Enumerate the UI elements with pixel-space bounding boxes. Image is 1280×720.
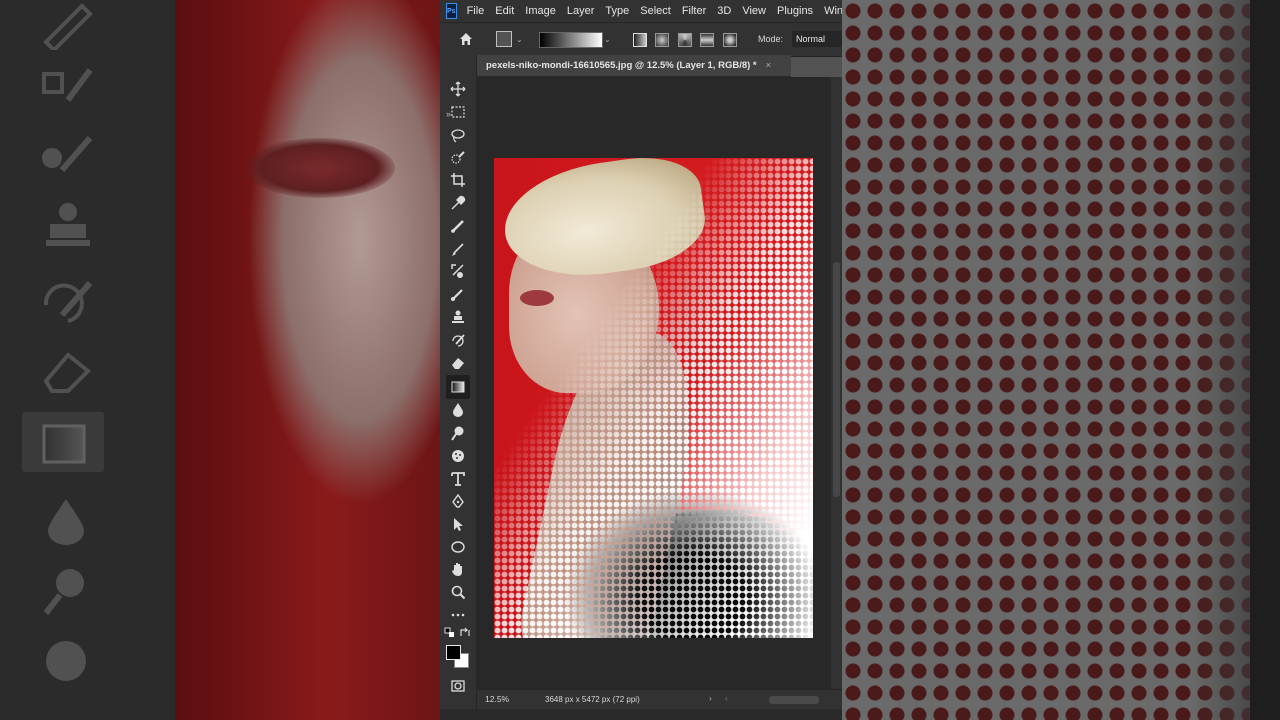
ps-logo-icon: Ps — [446, 3, 457, 19]
gradient-preview[interactable] — [539, 32, 603, 48]
crop-tool-icon[interactable] — [449, 171, 467, 189]
menu-file[interactable]: File — [467, 5, 485, 17]
document-tab[interactable]: pexels-niko-mondi-16610565.jpg @ 12.5% (… — [477, 55, 791, 77]
clone-stamp-tool-icon[interactable] — [449, 262, 467, 280]
path-selection-tool-icon[interactable] — [449, 515, 467, 533]
horizontal-scroll-thumb[interactable] — [769, 696, 819, 704]
tool-preset-picker[interactable] — [496, 31, 512, 47]
chevron-down-icon[interactable]: ⌄ — [604, 35, 611, 44]
marquee-tool-icon[interactable] — [449, 103, 467, 121]
home-icon[interactable] — [458, 31, 474, 47]
foreground-color-swatch[interactable] — [446, 645, 461, 660]
background-left-blur — [0, 0, 440, 720]
history-brush-tool-icon[interactable] — [449, 285, 467, 303]
close-icon[interactable]: × — [766, 60, 772, 71]
reflected-gradient-button[interactable] — [700, 33, 714, 47]
document-image[interactable] — [494, 158, 813, 638]
menu-layer[interactable]: Layer — [567, 5, 595, 17]
more-tools-icon[interactable] — [449, 606, 467, 624]
eyedropper-tool-icon[interactable] — [449, 194, 467, 212]
eraser-tool-icon[interactable] — [449, 354, 467, 372]
healing-brush-tool-icon[interactable] — [449, 217, 467, 235]
menu-window[interactable]: Window — [824, 5, 842, 17]
tools-panel: » — [440, 55, 477, 720]
default-colors-icon[interactable] — [444, 627, 456, 639]
options-bar: ⌄ ⌄ Mode: Normal — [440, 22, 842, 57]
hand-tool-icon[interactable] — [449, 560, 467, 578]
blurred-blur-icon — [48, 499, 84, 545]
vertical-scrollbar[interactable] — [831, 77, 842, 689]
blurred-lips — [245, 138, 395, 198]
blurred-face — [200, 0, 440, 720]
zoom-level[interactable]: 12.5% — [485, 694, 509, 704]
radial-gradient-button[interactable] — [655, 33, 669, 47]
pen-tool-icon[interactable] — [449, 492, 467, 510]
menu-filter[interactable]: Filter — [682, 5, 706, 17]
brush-tool-icon[interactable] — [449, 240, 467, 258]
art-history-brush-icon[interactable] — [449, 331, 467, 349]
blurred-eraser-icon — [43, 352, 91, 393]
diamond-gradient-button[interactable] — [723, 33, 737, 47]
document-tab-title: pexels-niko-mondi-16610565.jpg @ 12.5% (… — [486, 60, 757, 71]
chevron-down-icon[interactable]: ⌄ — [516, 35, 523, 44]
menu-select[interactable]: Select — [640, 5, 671, 17]
lasso-tool-icon[interactable] — [449, 126, 467, 144]
status-bar: 12.5% 3648 px x 5472 px (72 ppi) › ‹ › — [477, 689, 842, 710]
blurred-sponge-icon — [46, 641, 86, 681]
quick-selection-tool-icon[interactable] — [449, 149, 467, 167]
swap-colors-icon[interactable] — [459, 627, 471, 639]
move-tool-icon[interactable] — [449, 80, 467, 98]
background-right-halftone-blur — [842, 0, 1280, 720]
mode-label: Mode: — [758, 34, 784, 44]
bottom-strip — [440, 709, 842, 720]
blurred-gradient-icon — [42, 424, 86, 464]
right-edge — [1250, 0, 1280, 720]
blurred-mixer-brush-icon — [42, 136, 93, 172]
ellipse-tool-icon[interactable] — [449, 538, 467, 556]
document-size: 3648 px x 5472 px (72 ppi) — [545, 695, 640, 704]
menu-type[interactable]: Type — [605, 5, 629, 17]
menu-bar: Ps File Edit Image Layer Type Select Fil… — [440, 0, 842, 22]
blurred-pencil-icon — [43, 3, 93, 50]
menu-3d[interactable]: 3D — [717, 5, 731, 17]
dark-halftone-dots — [494, 158, 813, 638]
angle-gradient-button[interactable] — [678, 33, 692, 47]
vertical-scroll-thumb[interactable] — [833, 262, 840, 497]
blurred-stamp-icon — [46, 203, 90, 246]
quick-mask-icon[interactable] — [449, 677, 467, 695]
blur-tool-icon[interactable] — [449, 401, 467, 419]
mode-select[interactable]: Normal — [792, 31, 842, 47]
blurred-replace-brush-icon — [42, 68, 93, 102]
scroll-left-icon[interactable]: ‹ — [725, 693, 728, 703]
menu-edit[interactable]: Edit — [495, 5, 514, 17]
menu-plugins[interactable]: Plugins — [777, 5, 813, 17]
stamp-tool-icon[interactable] — [449, 308, 467, 326]
status-menu-arrow-icon[interactable]: › — [709, 693, 712, 703]
blurred-history-brush-icon — [43, 281, 93, 323]
blurred-dodge-icon — [43, 569, 84, 615]
menu-image[interactable]: Image — [525, 5, 556, 17]
gradient-tool-icon[interactable] — [449, 378, 467, 396]
dodge-tool-icon[interactable] — [449, 424, 467, 442]
menu-view[interactable]: View — [742, 5, 766, 17]
linear-gradient-button[interactable] — [633, 33, 647, 47]
zoom-tool-icon[interactable] — [449, 583, 467, 601]
sponge-tool-icon[interactable] — [449, 447, 467, 465]
type-tool-icon[interactable] — [449, 470, 467, 488]
